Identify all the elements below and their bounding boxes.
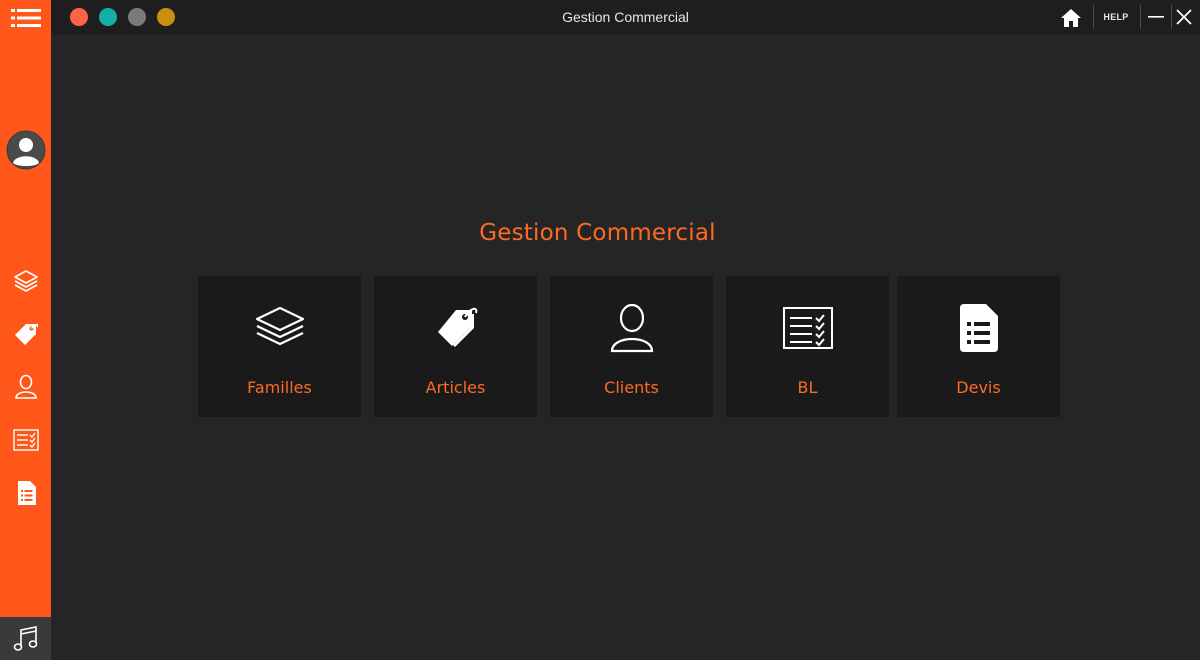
sidebar bbox=[0, 0, 51, 660]
tile-familles[interactable]: Familles bbox=[198, 276, 361, 417]
sidebar-item-articles[interactable] bbox=[0, 314, 51, 354]
tile-bl[interactable]: BL bbox=[726, 276, 889, 417]
checklist-icon bbox=[12, 429, 39, 451]
home-button[interactable] bbox=[1055, 0, 1087, 35]
tile-label: Familles bbox=[247, 378, 312, 397]
sidebar-item-bl[interactable] bbox=[0, 420, 51, 460]
sidebar-item-clients[interactable] bbox=[0, 367, 51, 407]
app-window: Gestion Commercial HELP Gestion Commerci… bbox=[0, 0, 1200, 660]
home-icon bbox=[1061, 8, 1081, 27]
close-icon bbox=[1176, 9, 1192, 25]
layers-icon bbox=[13, 270, 38, 292]
window-title: Gestion Commercial bbox=[562, 9, 689, 25]
user-avatar-button[interactable] bbox=[0, 128, 51, 172]
tile-devis[interactable]: Devis bbox=[897, 276, 1060, 417]
tile-clients[interactable]: Clients bbox=[550, 276, 713, 417]
sidebar-item-devis[interactable] bbox=[0, 473, 51, 513]
tile-label: BL bbox=[797, 378, 818, 397]
checklist-icon bbox=[782, 307, 833, 349]
close-button[interactable] bbox=[1171, 5, 1196, 29]
user-icon bbox=[610, 303, 653, 353]
user-icon bbox=[14, 374, 37, 399]
menu-icon bbox=[10, 9, 41, 27]
help-button[interactable]: HELP bbox=[1093, 5, 1138, 29]
menu-button[interactable] bbox=[0, 0, 51, 36]
page-title: Gestion Commercial bbox=[479, 220, 716, 246]
price-tags-icon bbox=[437, 307, 477, 347]
sidebar-item-familles[interactable] bbox=[0, 261, 51, 301]
minimize-icon bbox=[1148, 16, 1164, 18]
user-avatar-icon bbox=[6, 130, 45, 170]
tile-label: Articles bbox=[425, 378, 486, 397]
document-icon bbox=[959, 304, 998, 352]
music-icon bbox=[13, 625, 37, 651]
tile-articles[interactable]: Articles bbox=[374, 276, 537, 417]
layers-icon bbox=[255, 306, 304, 346]
price-tags-icon bbox=[14, 323, 38, 345]
tile-label: Devis bbox=[956, 378, 1001, 397]
teal-dot-button[interactable] bbox=[99, 8, 117, 26]
tile-label: Clients bbox=[604, 378, 659, 397]
music-button[interactable] bbox=[0, 617, 51, 660]
close-dot-button[interactable] bbox=[70, 8, 88, 26]
document-icon bbox=[17, 481, 36, 505]
minimize-button[interactable] bbox=[1140, 5, 1171, 29]
grey-dot-button[interactable] bbox=[128, 8, 146, 26]
gold-dot-button[interactable] bbox=[157, 8, 175, 26]
title-bar: Gestion Commercial HELP bbox=[51, 0, 1200, 35]
